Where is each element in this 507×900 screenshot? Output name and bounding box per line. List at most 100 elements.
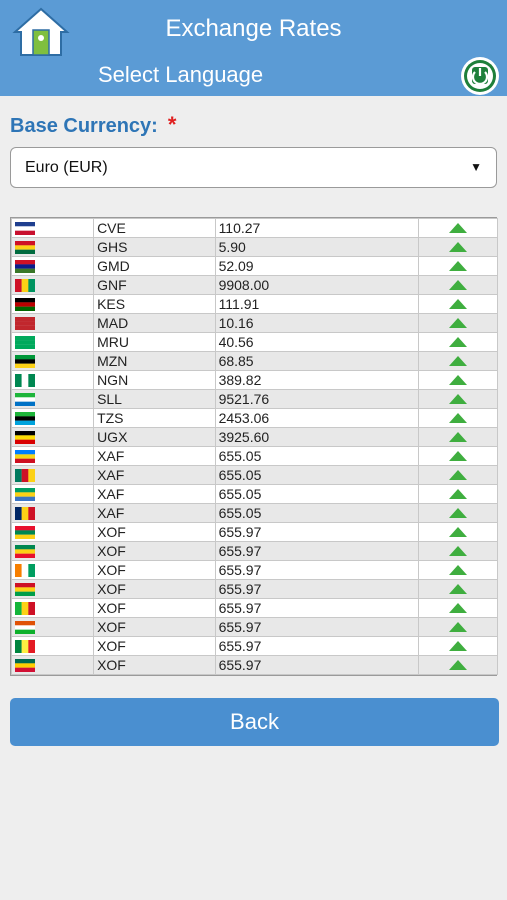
table-row: XOF 655.97 [10, 522, 498, 542]
trend-up-icon [449, 489, 468, 499]
trend-cell [418, 484, 498, 504]
header-bar: Exchange Rates Select Language [0, 0, 507, 96]
trend-up-icon [449, 337, 468, 347]
rate-value: 40.56 [214, 332, 420, 352]
table-row: KES 111.91 [10, 294, 498, 314]
rate-value: 655.05 [214, 484, 420, 504]
trend-up-icon [449, 451, 468, 461]
flag-cell [10, 275, 95, 295]
trend-cell [418, 598, 498, 618]
currency-code: SLL [93, 389, 216, 409]
trend-cell [418, 541, 498, 561]
table-row: GMD 52.09 [10, 256, 498, 276]
trend-cell [418, 294, 498, 314]
currency-code: UGX [93, 427, 216, 447]
flag-cell [10, 408, 95, 428]
page-title: Exchange Rates [0, 15, 507, 43]
rate-value: 655.97 [214, 636, 420, 656]
currency-code: GMD [93, 256, 216, 276]
rate-value: 655.97 [214, 560, 420, 580]
dropdown-caret-icon: ▼ [470, 160, 482, 174]
trend-cell [418, 256, 498, 276]
trend-up-icon [449, 356, 468, 366]
flag-cell [10, 484, 95, 504]
select-language-link[interactable]: Select Language [98, 62, 263, 88]
table-row: XAF 655.05 [10, 503, 498, 523]
rate-value: 52.09 [214, 256, 420, 276]
back-button[interactable]: Back [10, 698, 499, 746]
flag-cell [10, 541, 95, 561]
flag-cell [10, 256, 95, 276]
table-row: XAF 655.05 [10, 465, 498, 485]
trend-cell [418, 351, 498, 371]
trend-up-icon [449, 280, 468, 290]
power-icon[interactable] [460, 56, 500, 96]
trend-up-icon [449, 432, 468, 442]
rate-value: 655.97 [214, 617, 420, 637]
trend-cell [418, 503, 498, 523]
trend-cell [418, 218, 498, 238]
base-currency-label: Base Currency: * [10, 112, 176, 138]
trend-up-icon [449, 299, 468, 309]
currency-code: GHS [93, 237, 216, 257]
currency-code: XOF [93, 598, 216, 618]
flag-icon [15, 658, 35, 672]
flag-icon [15, 487, 35, 501]
flag-icon [15, 544, 35, 558]
table-row: XOF 655.97 [10, 579, 498, 599]
flag-icon [15, 392, 35, 406]
flag-icon [15, 639, 35, 653]
table-row: XAF 655.05 [10, 484, 498, 504]
flag-cell [10, 503, 95, 523]
flag-icon [15, 373, 35, 387]
trend-up-icon [449, 527, 468, 537]
flag-cell [10, 294, 95, 314]
trend-cell [418, 237, 498, 257]
trend-cell [418, 332, 498, 352]
flag-cell [10, 237, 95, 257]
trend-up-icon [449, 261, 468, 271]
base-currency-text: Base Currency: [10, 115, 158, 137]
currency-code: GNF [93, 275, 216, 295]
required-mark: * [167, 112, 177, 137]
rate-value: 9908.00 [214, 275, 420, 295]
table-row: XOF 655.97 [10, 541, 498, 561]
currency-code: XOF [93, 522, 216, 542]
trend-up-icon [449, 660, 468, 670]
trend-up-icon [449, 622, 468, 632]
flag-cell [10, 370, 95, 390]
table-row: TZS 2453.06 [10, 408, 498, 428]
flag-cell [10, 636, 95, 656]
table-row: MZN 68.85 [10, 351, 498, 371]
base-currency-select[interactable]: Euro (EUR) ▼ [10, 147, 497, 188]
currency-code: XAF [93, 503, 216, 523]
flag-icon [15, 430, 35, 444]
trend-up-icon [449, 584, 468, 594]
flag-icon [15, 259, 35, 273]
rate-value: 3925.60 [214, 427, 420, 447]
table-row: GHS 5.90 [10, 237, 498, 257]
table-row: XOF 655.97 [10, 636, 498, 656]
trend-cell [418, 579, 498, 599]
rate-value: 655.97 [214, 522, 420, 542]
table-row: XOF 655.97 [10, 655, 498, 675]
flag-icon [15, 297, 35, 311]
rate-value: 111.91 [214, 294, 420, 314]
flag-cell [10, 446, 95, 466]
flag-icon [15, 411, 35, 425]
table-row: UGX 3925.60 [10, 427, 498, 447]
flag-icon [15, 620, 35, 634]
trend-up-icon [449, 242, 468, 252]
trend-up-icon [449, 641, 468, 651]
currency-code: XOF [93, 655, 216, 675]
currency-code: XOF [93, 541, 216, 561]
rates-table: CVE 110.27 GHS 5.90 GMD 52.09 GNF 9908.00 KES 111… [10, 217, 498, 676]
flag-cell [10, 427, 95, 447]
flag-icon [15, 221, 35, 235]
flag-cell [10, 389, 95, 409]
table-row: XOF 655.97 [10, 617, 498, 637]
currency-code: MAD [93, 313, 216, 333]
trend-cell [418, 560, 498, 580]
flag-cell [10, 465, 95, 485]
trend-cell [418, 636, 498, 656]
